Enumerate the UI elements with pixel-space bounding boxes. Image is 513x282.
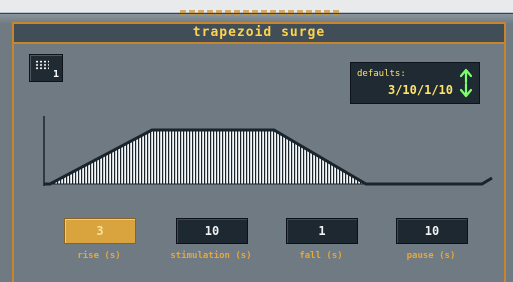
keypad-icon: [35, 60, 49, 70]
rise-label: rise (s): [77, 251, 121, 261]
fall-input[interactable]: 1: [286, 218, 358, 244]
defaults-selector[interactable]: defaults: 3/10/1/10: [350, 62, 480, 104]
pause-label: pause (s): [406, 251, 456, 261]
keypad-button[interactable]: 1: [29, 54, 63, 82]
stimulation-label: stimulation (s): [170, 251, 252, 261]
rise-input[interactable]: 3: [64, 218, 136, 244]
divider: [0, 13, 513, 14]
defaults-value: 3/10/1/10: [387, 83, 453, 97]
defaults-label: defaults:: [357, 69, 406, 79]
up-down-arrows-icon[interactable]: [459, 68, 473, 98]
trapezoid-waveform-graph: [43, 116, 493, 186]
trapezoid-surge-panel: trapezoid surge 1 defaults: 3/10/1/10 3 …: [12, 22, 506, 282]
panel-title: trapezoid surge: [14, 24, 504, 44]
background-window-strip: [0, 0, 513, 24]
fall-label: fall (s): [299, 251, 343, 261]
pause-input[interactable]: 10: [396, 218, 468, 244]
stimulation-input[interactable]: 10: [176, 218, 248, 244]
keypad-number: 1: [52, 69, 59, 80]
